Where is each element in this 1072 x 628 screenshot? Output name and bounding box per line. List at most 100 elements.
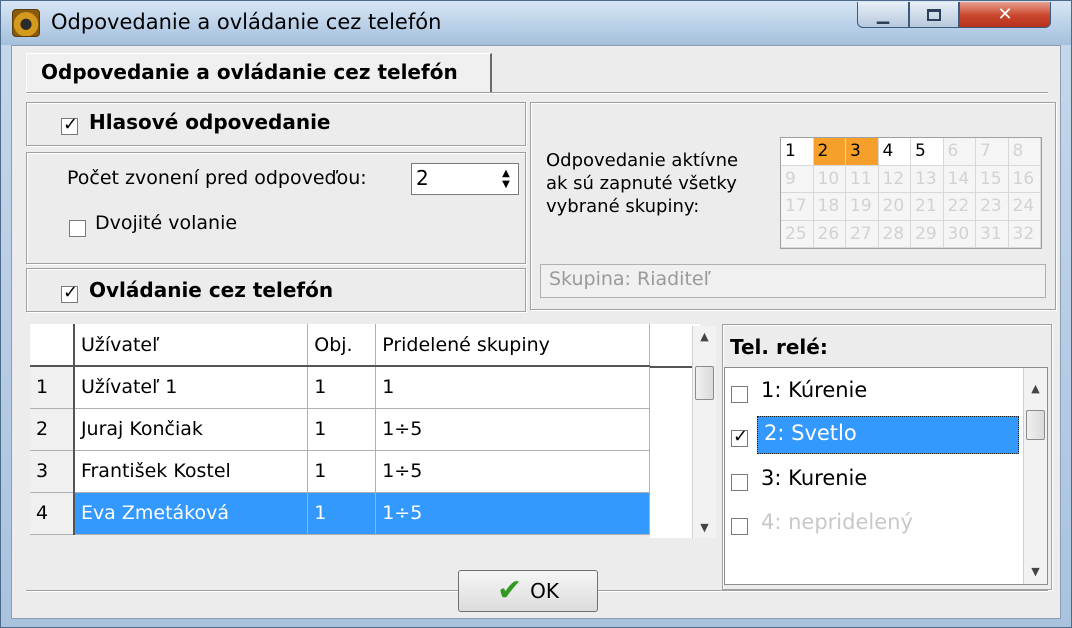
checkbox-checked-icon[interactable] xyxy=(731,426,748,447)
group-cell-16[interactable]: 16 xyxy=(1008,165,1041,193)
group-cell-25[interactable]: 25 xyxy=(781,220,814,248)
users-table-scrollbar[interactable]: ▲ ▼ xyxy=(692,326,716,538)
rings-value[interactable]: 2 xyxy=(416,166,429,190)
relays-label: Tel. relé: xyxy=(730,335,828,359)
scrollbar-thumb[interactable] xyxy=(1026,410,1045,440)
user-name-cell[interactable]: Užívateľ 1 xyxy=(73,366,309,409)
tab-phone-answering[interactable]: Odpovedanie a ovládanie cez telefón xyxy=(26,53,492,93)
scroll-down-icon[interactable]: ▼ xyxy=(693,521,716,534)
relay-item-4[interactable]: 4: nepridelený xyxy=(731,504,1021,544)
group-cell-2[interactable]: 2 xyxy=(813,138,846,166)
phone-control-label[interactable]: Ovládanie cez telefón xyxy=(89,278,333,302)
groups-cell[interactable]: 1÷5 xyxy=(375,450,650,493)
relay-item-3[interactable]: 3: Kurenie xyxy=(731,460,1021,500)
group-cell-19[interactable]: 19 xyxy=(846,193,879,221)
double-call-checkbox[interactable] xyxy=(69,215,86,239)
group-cell-8[interactable]: 8 xyxy=(1008,138,1041,166)
rings-spinner[interactable]: 2 ▲ ▼ xyxy=(411,163,519,195)
scroll-up-icon[interactable]: ▲ xyxy=(693,330,716,343)
column-header-user[interactable]: Užívateľ xyxy=(73,324,309,367)
scroll-up-icon[interactable]: ▲ xyxy=(1024,382,1047,395)
group-cell-21[interactable]: 21 xyxy=(911,193,944,221)
dialog-client-area: Odpovedanie a ovládanie cez telefón Hlas… xyxy=(11,45,1061,619)
group-cell-18[interactable]: 18 xyxy=(813,193,846,221)
voice-answering-label[interactable]: Hlasové odpovedanie xyxy=(89,110,330,134)
relay-label[interactable]: 4: nepridelený xyxy=(761,510,913,534)
app-icon xyxy=(12,9,40,37)
checkbox-unchecked-icon[interactable] xyxy=(731,474,748,491)
column-header-groups[interactable]: Pridelené skupiny xyxy=(375,324,650,367)
relay-item-2[interactable]: 2: Svetlo xyxy=(731,416,1021,456)
object-cell[interactable]: 1 xyxy=(307,492,377,535)
spin-up-icon[interactable]: ▲ xyxy=(502,168,510,179)
maximize-button[interactable] xyxy=(909,2,959,28)
group-cell-31[interactable]: 31 xyxy=(976,220,1009,248)
scrollbar-thumb[interactable] xyxy=(695,366,714,400)
group-cell-22[interactable]: 22 xyxy=(943,193,976,221)
group-cell-32[interactable]: 32 xyxy=(1008,220,1041,248)
groups-cell[interactable]: 1 xyxy=(375,366,650,409)
users-table[interactable]: Užívateľ Obj. Pridelené skupiny 1 Užívat… xyxy=(30,324,650,535)
group-cell-27[interactable]: 27 xyxy=(846,220,879,248)
user-name-cell[interactable]: Juraj Končiak xyxy=(73,408,309,451)
table-row[interactable]: 2 Juraj Končiak 1 1÷5 xyxy=(30,408,650,451)
group-cell-12[interactable]: 12 xyxy=(878,165,911,193)
checkbox-checked-icon xyxy=(61,282,78,303)
group-cell-17[interactable]: 17 xyxy=(781,193,814,221)
relays-scrollbar[interactable]: ▲ ▼ xyxy=(1023,368,1047,584)
group-selector-grid[interactable]: 1 2 3 4 5 6 7 8 9 10 11 12 13 14 15 16 17 18 19 20 21 22 23 24 2… xyxy=(780,137,1042,249)
title-bar[interactable]: Odpovedanie a ovládanie cez telefón ▁ ✕ xyxy=(1,1,1071,45)
group-cell-23[interactable]: 23 xyxy=(976,193,1009,221)
group-cell-3[interactable]: 3 xyxy=(846,138,879,166)
object-cell[interactable]: 1 xyxy=(307,366,377,409)
ok-button[interactable]: ✔ OK xyxy=(458,570,598,612)
scroll-down-icon[interactable]: ▼ xyxy=(1024,565,1047,578)
object-cell[interactable]: 1 xyxy=(307,408,377,451)
window-title: Odpovedanie a ovládanie cez telefón xyxy=(51,10,442,34)
answer-active-line1: Odpovedanie aktívne xyxy=(546,150,739,171)
group-cell-13[interactable]: 13 xyxy=(911,165,944,193)
group-cell-4[interactable]: 4 xyxy=(878,138,911,166)
group-cell-10[interactable]: 10 xyxy=(813,165,846,193)
group-cell-26[interactable]: 26 xyxy=(813,220,846,248)
voice-answering-checkbox[interactable] xyxy=(61,113,78,137)
group-cell-5[interactable]: 5 xyxy=(911,138,944,166)
row-number: 4 xyxy=(30,492,75,535)
spin-down-icon[interactable]: ▼ xyxy=(502,179,510,190)
group-cell-24[interactable]: 24 xyxy=(1008,193,1041,221)
group-cell-15[interactable]: 15 xyxy=(976,165,1009,193)
table-row-selected[interactable]: 4 Eva Zmetáková 1 1÷5 xyxy=(30,492,650,535)
table-row[interactable]: 3 František Kostel 1 1÷5 xyxy=(30,450,650,493)
user-name-cell[interactable]: Eva Zmetáková xyxy=(73,492,309,535)
group-cell-11[interactable]: 11 xyxy=(846,165,879,193)
phone-control-checkbox[interactable] xyxy=(61,281,78,305)
relay-label[interactable]: 2: Svetlo xyxy=(757,416,1019,454)
user-name-cell[interactable]: František Kostel xyxy=(73,450,309,493)
object-cell[interactable]: 1 xyxy=(307,450,377,493)
relay-item-1[interactable]: 1: Kúrenie xyxy=(731,372,1021,412)
group-cell-28[interactable]: 28 xyxy=(878,220,911,248)
group-cell-14[interactable]: 14 xyxy=(943,165,976,193)
column-header-object[interactable]: Obj. xyxy=(307,324,377,367)
group-cell-9[interactable]: 9 xyxy=(781,165,814,193)
groups-cell[interactable]: 1÷5 xyxy=(375,408,650,451)
group-cell-7[interactable]: 7 xyxy=(976,138,1009,166)
double-call-label[interactable]: Dvojité volanie xyxy=(95,212,237,234)
group-cell-30[interactable]: 30 xyxy=(943,220,976,248)
close-icon: ✕ xyxy=(997,4,1013,25)
close-button[interactable]: ✕ xyxy=(959,2,1051,28)
checkbox-unchecked-icon[interactable] xyxy=(731,518,748,535)
group-cell-29[interactable]: 29 xyxy=(911,220,944,248)
spinner-arrows[interactable]: ▲ ▼ xyxy=(496,166,516,192)
row-number: 1 xyxy=(30,366,75,409)
relays-list[interactable]: 1: Kúrenie 2: Svetlo 3: Kurenie 4: nepri… xyxy=(724,367,1048,585)
group-cell-1[interactable]: 1 xyxy=(781,138,814,166)
minimize-button[interactable]: ▁ xyxy=(857,2,909,28)
group-cell-20[interactable]: 20 xyxy=(878,193,911,221)
relay-label[interactable]: 1: Kúrenie xyxy=(761,378,867,402)
checkbox-unchecked-icon[interactable] xyxy=(731,386,748,403)
table-row[interactable]: 1 Užívateľ 1 1 1 xyxy=(30,366,650,409)
groups-cell[interactable]: 1÷5 xyxy=(375,492,650,535)
relay-label[interactable]: 3: Kurenie xyxy=(761,466,867,490)
group-cell-6[interactable]: 6 xyxy=(943,138,976,166)
